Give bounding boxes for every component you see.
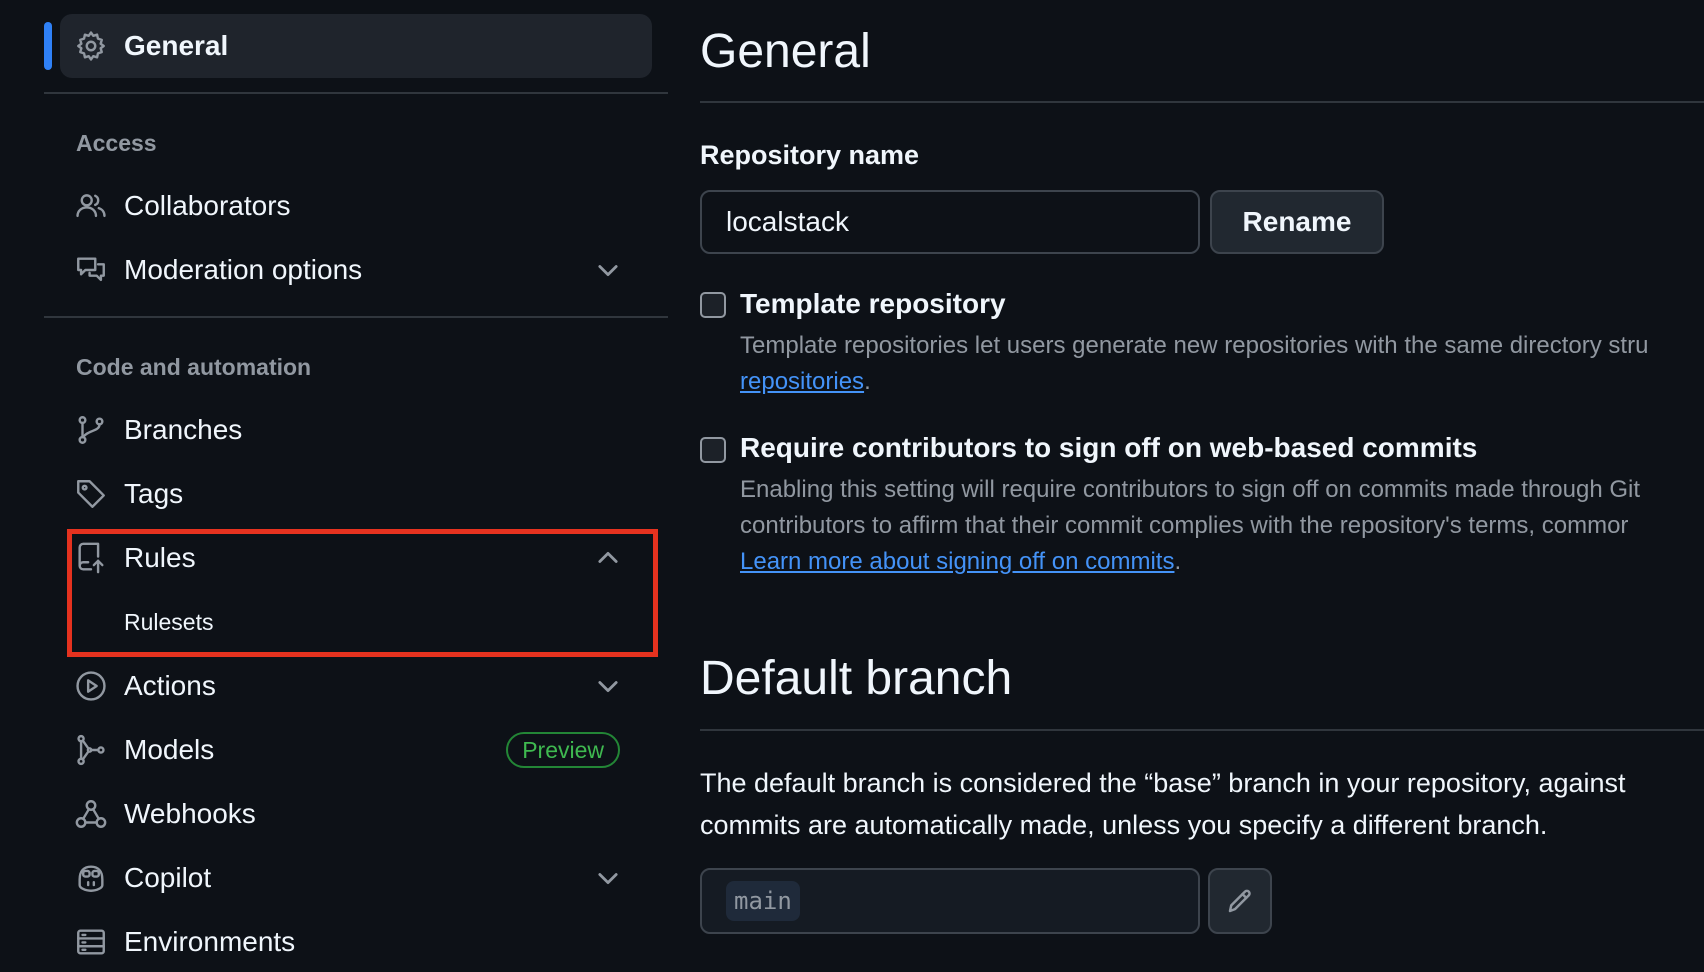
sidebar-item-label: Webhooks [124, 798, 256, 829]
sidebar-item-label: General [124, 30, 229, 61]
git-branch-icon [74, 413, 108, 447]
page-title: General [700, 25, 871, 78]
sidebar-item-models[interactable]: Models Preview [60, 720, 652, 780]
sidebar-item-environments[interactable]: Environments [60, 912, 652, 972]
template-repository-title: Template repository [740, 288, 1006, 319]
punctuation: . [1174, 548, 1182, 575]
webhook-icon [74, 797, 108, 831]
active-indicator [44, 22, 52, 70]
sidebar-item-label: Models [124, 734, 215, 765]
punctuation: . [864, 368, 871, 395]
chevron-down-icon[interactable] [594, 864, 622, 892]
edit-branch-button[interactable] [1208, 868, 1272, 934]
sidebar-item-general[interactable]: General [60, 14, 652, 78]
signoff-title: Require contributors to sign off on web-… [740, 432, 1478, 463]
group-title-access: Access [76, 130, 157, 156]
sidebar-item-copilot[interactable]: Copilot [60, 848, 652, 908]
default-branch-line1: The default branch is considered the “ba… [700, 768, 1626, 798]
chevron-down-icon[interactable] [594, 672, 622, 700]
sidebar-item-branches[interactable]: Branches [60, 400, 652, 460]
learn-more-signoff-link[interactable]: Learn more about signing off on commits [740, 548, 1174, 575]
divider [700, 729, 1704, 731]
sidebar-item-collaborators[interactable]: Collaborators [60, 176, 652, 236]
signoff-link-line: Learn more about signing off on commits. [740, 544, 1181, 580]
sidebar-item-actions[interactable]: Actions [60, 656, 652, 716]
settings-sidebar: General Access Collaborators Moderation … [0, 0, 668, 966]
sidebar-item-label: Tags [124, 478, 184, 509]
signoff-checkbox[interactable] [700, 437, 726, 463]
sidebar-item-label: Collaborators [124, 190, 291, 221]
divider [44, 92, 668, 94]
copilot-icon [74, 861, 108, 895]
sidebar-item-label: Branches [124, 414, 243, 445]
main-content: General Repository name localstack Renam… [700, 0, 1704, 966]
signoff-description-line2: contributors to affirm that their commit… [740, 512, 1629, 539]
branch-name: main [726, 881, 800, 921]
people-icon [74, 189, 108, 223]
default-branch-title: Default branch [700, 652, 1013, 705]
preview-badge: Preview [506, 732, 620, 768]
sidebar-item-webhooks[interactable]: Webhooks [60, 784, 652, 844]
play-icon [74, 669, 108, 703]
repositories-link[interactable]: repositories [740, 368, 864, 395]
template-repository-link-line: repositories. [740, 364, 871, 400]
repository-name-label: Repository name [700, 140, 920, 170]
default-branch-line2: commits are automatically made, unless y… [700, 810, 1548, 840]
template-repository-description: Template repositories let users generate… [740, 332, 1649, 359]
sidebar-item-label: Environments [124, 926, 296, 957]
chevron-down-icon[interactable] [594, 256, 622, 284]
divider [44, 316, 668, 318]
highlight-box [67, 529, 658, 657]
sidebar-item-label: Moderation options [124, 254, 363, 285]
signoff-description-line1: Enabling this setting will require contr… [740, 476, 1640, 503]
default-branch-description: The default branch is considered the “ba… [700, 762, 1626, 846]
server-icon [74, 925, 108, 959]
sidebar-item-label: Actions [124, 670, 216, 701]
sidebar-item-label: Copilot [124, 862, 212, 893]
sidebar-item-tags[interactable]: Tags [60, 464, 652, 524]
default-branch-field: main [700, 868, 1200, 934]
comment-discussion-icon [74, 253, 108, 287]
rename-button[interactable]: Rename [1210, 190, 1384, 254]
sidebar-item-moderation[interactable]: Moderation options [60, 240, 652, 300]
gear-icon [74, 29, 108, 63]
repository-name-input[interactable]: localstack [700, 190, 1200, 254]
template-repository-checkbox[interactable] [700, 292, 726, 318]
divider [700, 101, 1704, 103]
models-icon [74, 733, 108, 767]
group-title-code-automation: Code and automation [76, 354, 312, 380]
pencil-icon [1225, 886, 1255, 916]
tag-icon [74, 477, 108, 511]
